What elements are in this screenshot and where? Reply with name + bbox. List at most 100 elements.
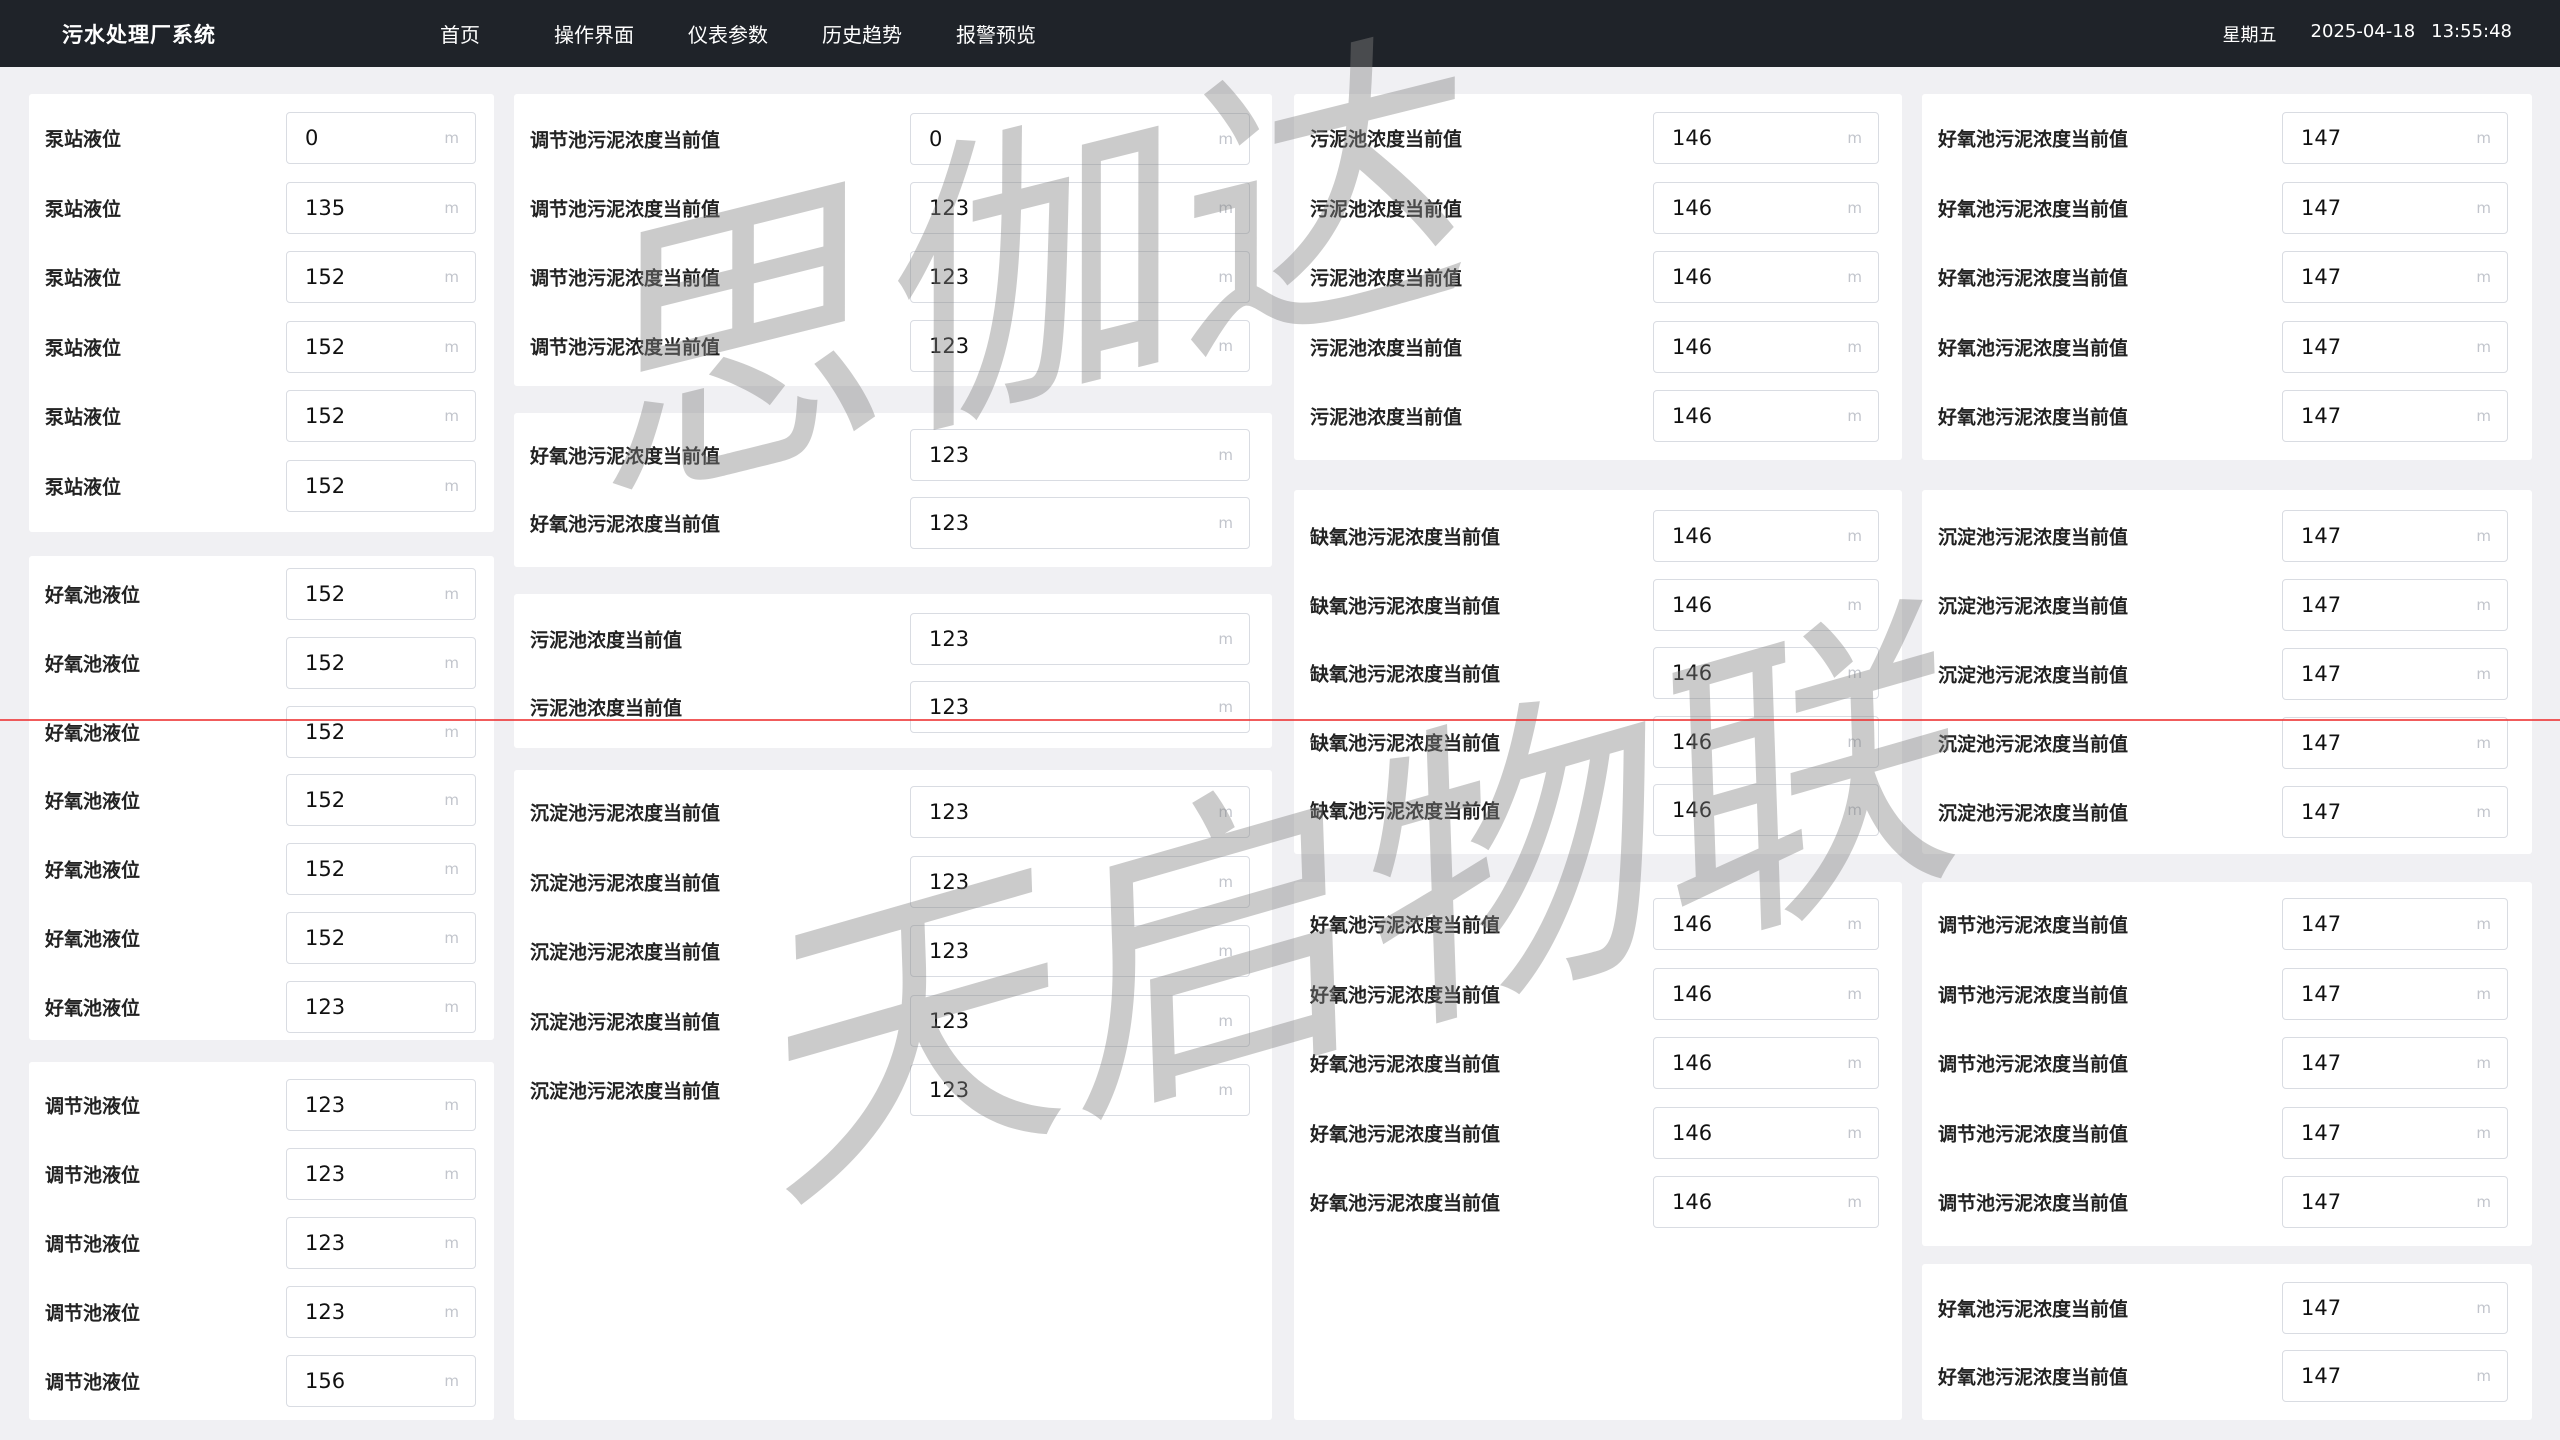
unit-suffix: m [444,337,459,356]
parameter-label: 调节池液位 [45,1371,141,1394]
parameter-value-field[interactable]: 147 m [2282,1106,2508,1159]
parameter-row: 好氧池液位 152 m [29,911,494,965]
parameter-value-field[interactable]: 147 m [2282,967,2508,1020]
parameter-value-field[interactable]: 147 m [2282,717,2508,769]
parameter-value: 123 [929,1008,970,1033]
parameter-value-field[interactable]: 146 m [1653,578,1879,631]
parameter-value-field[interactable]: 147 m [2282,510,2508,562]
panel-regulating-tank-level: 调节池液位 123 m 调节池液位 123 m 调节池液位 123 m 调节池液位 123 m 调节池液… [29,1062,494,1420]
parameter-value-field[interactable]: 147 m [2282,112,2508,164]
parameter-value-field[interactable]: 152 m [286,843,476,896]
parameter-value-field[interactable]: 123 m [286,980,476,1033]
parameter-value-field[interactable]: 156 m [286,1355,476,1407]
parameter-value-field[interactable]: 146 m [1653,390,1879,442]
parameter-label: 沉淀池污泥浓度当前值 [1938,526,2129,549]
parameter-value-field[interactable]: 147 m [2282,786,2508,838]
unit-suffix: m [1847,1123,1862,1142]
parameter-row: 好氧池液位 152 m [29,705,494,759]
parameter-value-field[interactable]: 123 m [910,855,1250,908]
parameter-value-field[interactable]: 147 m [2282,1037,2508,1089]
parameter-value-field[interactable]: 146 m [1653,898,1879,950]
parameter-value-field[interactable]: 152 m [286,390,476,442]
parameter-value-field[interactable]: 146 m [1653,715,1879,768]
parameter-value-field[interactable]: 147 m [2282,320,2508,373]
parameter-row: 污泥池浓度当前值 146 m [1294,320,1902,374]
unit-suffix: m [444,1303,459,1321]
parameter-value-field[interactable]: 147 m [2282,251,2508,303]
parameter-value-field[interactable]: 146 m [1653,320,1879,373]
parameter-value-field[interactable]: 146 m [1653,1106,1879,1159]
parameter-row: 沉淀池污泥浓度当前值 123 m [514,994,1272,1048]
parameter-value-field[interactable]: 146 m [1653,181,1879,234]
parameter-label: 调节池污泥浓度当前值 [1938,1053,2129,1076]
parameter-row: 好氧池液位 152 m [29,636,494,690]
parameter-row: 沉淀池污泥浓度当前值 123 m [514,924,1272,978]
parameter-label: 好氧池污泥浓度当前值 [1938,1298,2129,1321]
parameter-value-field[interactable]: 152 m [286,459,476,512]
parameter-value-field[interactable]: 152 m [286,320,476,373]
parameter-value-field[interactable]: 123 m [286,1148,476,1200]
parameter-value-field[interactable]: 123 m [286,1079,476,1131]
parameter-label: 好氧池污泥浓度当前值 [1310,1192,1501,1215]
parameter-value-field[interactable]: 146 m [1653,647,1879,699]
parameter-value-field[interactable]: 123 m [286,1217,476,1269]
parameter-value-field[interactable]: 147 m [2282,1282,2508,1334]
parameter-value: 146 [1672,798,1713,822]
parameter-value-field[interactable]: 123 m [910,429,1250,481]
parameter-value-field[interactable]: 147 m [2282,579,2508,631]
parameter-value-field[interactable]: 123 m [910,497,1250,549]
parameter-value-field[interactable]: 146 m [1653,112,1879,164]
nav-alarm-preview[interactable]: 报警预览 [956,19,1036,48]
parameter-value-field[interactable]: 146 m [1653,1176,1879,1228]
parameter-value-field[interactable]: 135 m [286,181,476,234]
parameter-value-field[interactable]: 147 m [2282,1176,2508,1228]
nav-instrument-params[interactable]: 仪表参数 [688,19,768,48]
parameter-value-field[interactable]: 123 m [910,613,1250,665]
parameter-value-field[interactable]: 152 m [286,705,476,758]
parameter-row: 好氧池液位 152 m [29,842,494,896]
parameter-value: 147 [2301,334,2342,359]
parameter-label: 好氧池污泥浓度当前值 [530,513,721,536]
nav-operation[interactable]: 操作界面 [554,19,634,48]
unit-suffix: m [2476,268,2491,286]
unit-suffix: m [444,407,459,425]
parameter-label: 好氧池污泥浓度当前值 [1938,198,2129,220]
unit-suffix: m [444,1234,459,1252]
parameter-value-field[interactable]: 0m [910,113,1250,165]
parameter-label: 缺氧池污泥浓度当前值 [1310,526,1501,549]
parameter-value-field[interactable]: 123 m [910,681,1250,733]
parameter-value-field[interactable]: 152 m [286,636,476,689]
parameter-value-field[interactable]: 147 m [2282,390,2508,442]
parameter-value-field[interactable]: 123 m [910,786,1250,838]
nav-history-trend[interactable]: 历史趋势 [822,19,902,48]
parameter-value-field[interactable]: 152 m [286,774,476,827]
parameter-label: 调节池液位 [45,1164,141,1187]
parameter-value-field[interactable]: 146 m [1653,1037,1879,1089]
parameter-value-field[interactable]: 146 m [1653,510,1879,562]
parameter-value-field[interactable]: 123 m [910,925,1250,977]
parameter-value-field[interactable]: 152 m [286,251,476,303]
parameter-value-field[interactable]: 147 m [2282,898,2508,950]
parameter-value-field[interactable]: 123 m [910,320,1250,372]
parameter-value-field[interactable]: 123 m [910,182,1250,234]
parameter-value-field[interactable]: 123 m [910,1064,1250,1116]
parameter-value-field[interactable]: 123 m [910,994,1250,1047]
parameter-value-field[interactable]: 146 m [1653,784,1879,836]
parameter-value-field[interactable]: 146 m [1653,967,1879,1020]
nav-home[interactable]: 首页 [440,19,480,48]
parameter-value-field[interactable]: 146 m [1653,251,1879,303]
date: 2025-04-18 [2310,20,2416,42]
parameter-value-field[interactable]: 0m [286,112,476,164]
parameter-value: 0 [305,126,319,150]
parameter-value: 147 [2301,912,2342,936]
parameter-row: 缺氧池污泥浓度当前值 146 m [1294,509,1902,563]
parameter-value-field[interactable]: 123 m [910,251,1250,303]
parameter-value-field[interactable]: 147 m [2282,181,2508,234]
parameter-value-field[interactable]: 123 m [286,1286,476,1338]
parameter-label: 好氧池液位 [45,653,141,676]
parameter-value-field[interactable]: 147 m [2282,1350,2508,1402]
parameter-value: 123 [929,443,970,467]
parameter-value-field[interactable]: 152 m [286,568,476,620]
parameter-value-field[interactable]: 147 m [2282,648,2508,700]
parameter-value-field[interactable]: 152 m [286,912,476,964]
